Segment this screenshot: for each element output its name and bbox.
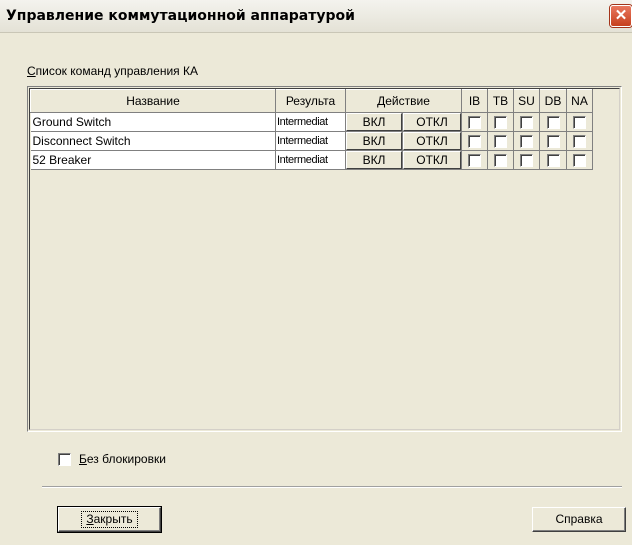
header-action[interactable]: Действие [345,89,462,113]
table-row[interactable]: Ground Switch Intermediat ВКЛ ОТКЛ [30,112,593,132]
command-list[interactable]: Название Результа Действие IB TB SU DB N… [27,86,622,432]
close-button-label: акрыть [93,512,133,526]
tb-checkbox[interactable] [494,116,507,130]
caption-text: писок команд управления КА [35,64,198,78]
ib-checkbox[interactable] [468,135,481,149]
close-button[interactable]: Закрыть [57,506,162,533]
caption-access-key: С [27,64,36,78]
no-lock-access-key: Б [79,452,87,466]
su-checkbox[interactable] [520,116,533,130]
row-name: Ground Switch [30,112,276,132]
close-icon: ✕ [614,7,628,24]
header-ib[interactable]: IB [461,89,488,113]
window-close-button[interactable]: ✕ [610,5,632,27]
command-table: Название Результа Действие IB TB SU DB N… [30,89,593,170]
header-tb[interactable]: TB [487,89,514,113]
table-row[interactable]: 52 Breaker Intermediat ВКЛ ОТКЛ [30,150,593,170]
db-checkbox[interactable] [546,135,560,149]
tb-checkbox[interactable] [494,154,507,168]
close-button-focus: Закрыть [81,511,138,528]
ib-checkbox[interactable] [468,154,481,168]
header-su[interactable]: SU [513,89,540,113]
no-lock-option[interactable]: Без блокировки [58,452,166,466]
row-name: Disconnect Switch [30,131,276,151]
header-db[interactable]: DB [539,89,567,113]
no-lock-checkbox[interactable] [58,452,71,466]
close-access-key: З [86,512,94,526]
table-row[interactable]: Disconnect Switch Intermediat ВКЛ ОТКЛ [30,131,593,151]
on-button[interactable]: ВКЛ [346,151,402,169]
on-button[interactable]: ВКЛ [346,113,402,131]
header-name[interactable]: Название [30,89,276,113]
row-name: 52 Breaker [30,150,276,170]
off-button[interactable]: ОТКЛ [403,151,461,169]
off-button[interactable]: ОТКЛ [403,132,461,150]
dialog-window: Управление коммутационной аппаратурой ✕ … [0,0,632,545]
command-list-caption: Список команд управления КА [27,64,198,78]
off-button[interactable]: ОТКЛ [403,113,461,131]
row-result: Intermediat [275,112,346,132]
window-title: Управление коммутационной аппаратурой [6,8,355,24]
separator [42,486,622,488]
header-result[interactable]: Результа [275,89,346,113]
na-checkbox[interactable] [573,135,586,149]
row-result: Intermediat [275,131,346,151]
title-bar: Управление коммутационной аппаратурой ✕ [0,0,632,33]
tb-checkbox[interactable] [494,135,507,149]
table-header-row: Название Результа Действие IB TB SU DB N… [30,89,593,113]
command-list-inner: Название Результа Действие IB TB SU DB N… [29,88,620,430]
no-lock-label: ез блокировки [86,452,166,466]
help-button[interactable]: Справка [532,507,626,532]
row-result: Intermediat [275,150,346,170]
on-button[interactable]: ВКЛ [346,132,402,150]
ib-checkbox[interactable] [468,116,481,130]
su-checkbox[interactable] [520,154,533,168]
header-na[interactable]: NA [566,89,593,113]
su-checkbox[interactable] [520,135,533,149]
db-checkbox[interactable] [546,116,560,130]
na-checkbox[interactable] [573,154,586,168]
na-checkbox[interactable] [573,116,586,130]
db-checkbox[interactable] [546,154,560,168]
